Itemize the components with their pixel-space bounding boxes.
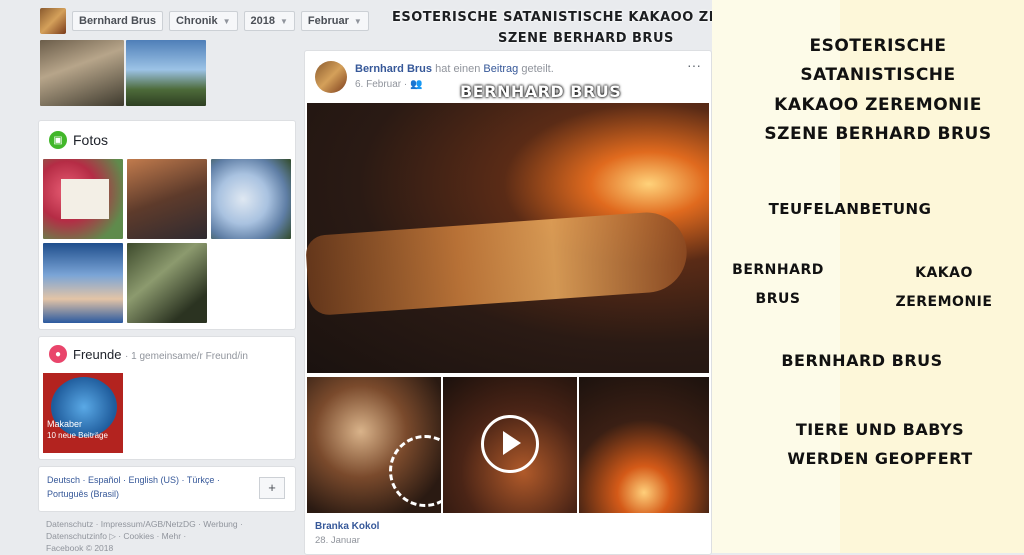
year-dropdown[interactable]: 2018 ▼ [243,11,295,31]
ukulele-shape [304,209,690,317]
photo-thumbnail[interactable] [127,159,207,239]
panel-text-6b: BRUS [755,291,801,307]
friends-card: ● Freunde · 1 gemeinsame/r Freund/in Mak… [38,336,296,460]
panel-text-3: KAKAOO ZEREMONIE [774,95,982,115]
photos-icon: ▣ [49,131,67,149]
panel-text-7b: ZEREMONIE [895,294,993,310]
friend-name: Makaber [47,419,83,429]
panel-text-6a: BERNHARD [732,262,824,278]
photo-thumbnail[interactable] [43,159,123,239]
photo-thumbnail[interactable] [127,243,207,323]
photo-thumbnail[interactable] [211,159,291,239]
timeline-tab-dropdown[interactable]: Chronik ▼ [169,11,238,31]
post-action-end: geteilt. [521,63,554,75]
photo-thumbnail[interactable] [126,40,206,106]
shared-date: 28. Januar [315,535,360,546]
play-icon[interactable] [481,415,539,473]
language-links-2[interactable]: Português (Brasil) [47,489,119,499]
friend-tile[interactable]: Makaber 10 neue Beiträge [43,373,123,453]
panel-text-1: ESOTERISCHE [809,36,947,56]
photo-thumbnail[interactable] [43,243,123,323]
panel-text-2: SATANISTISCHE [800,65,956,85]
panel-text-10: WERDEN GEOPFERT [787,449,973,468]
overlay-post-caption: BERNHARD BRUS [460,82,622,101]
footer-links-2[interactable]: Datenschutzinfo ▷ · Cookies · Mehr · [46,530,243,542]
footer-links-1[interactable]: Datenschutz · Impressum/AGB/NetzDG · Wer… [46,518,243,530]
post-date-text: 6. Februar · [355,79,408,90]
panel-text-7a: KAKAO [915,265,973,281]
post-author-avatar[interactable] [315,61,347,93]
panel-text-9: TIERE UND BABYS [795,420,965,439]
chevron-down-icon: ▼ [280,16,288,26]
mutual-friends-count: · 1 gemeinsame/r Freund/in [125,351,248,362]
photos-card: ▣ Fotos [38,120,296,330]
post-header: Bernhard Brus hat einen Beitrag geteilt. [355,63,554,75]
chevron-down-icon: ▼ [222,16,231,26]
post-main-image[interactable] [304,103,709,373]
month-dropdown[interactable]: Februar ▼ [300,11,369,31]
post-author[interactable]: Bernhard Brus [355,63,432,75]
panel-text-8: BERNHARD BRUS [781,351,943,370]
add-language-button[interactable]: + [259,477,285,499]
shared-author[interactable]: Branka Kokol [315,521,379,532]
profile-avatar[interactable] [40,8,66,34]
friend-new-posts: 10 neue Beiträge [47,431,108,440]
friends-title[interactable]: Freunde [73,347,121,362]
post-object-link[interactable]: Beitrag [483,63,518,75]
month-label: Februar [307,15,349,27]
profile-name: Bernhard Brus [79,15,157,27]
profile-name-button[interactable]: Bernhard Brus [72,11,164,31]
friends-icon: ● [49,345,67,363]
footer-copyright: Facebook © 2018 [46,543,114,553]
post-card: Bernhard Brus hat einen Beitrag geteilt.… [304,50,712,555]
photos-title[interactable]: Fotos [73,132,108,148]
friends-audience-icon: 👥 [410,79,423,90]
languages-card: Deutsch · Español · English (US) · Türkç… [38,466,296,512]
post-sub-image[interactable] [307,377,461,513]
post-sub-image[interactable] [579,377,709,513]
photo-thumbnail[interactable] [40,40,124,106]
friends-header: Freunde · 1 gemeinsame/r Freund/in [73,347,248,362]
post-video-thumbnail[interactable] [443,377,577,513]
panel-text-4: SZENE BERHARD BRUS [764,124,992,144]
post-more-options-icon[interactable]: ··· [687,57,701,73]
year-label: 2018 [250,15,275,27]
page-footer: Datenschutz · Impressum/AGB/NetzDG · Wer… [46,518,243,554]
post-date[interactable]: 6. Februar · 👥 [355,79,422,90]
language-links[interactable]: Deutsch · Español · English (US) · Türkç… [47,475,220,485]
chevron-down-icon: ▼ [353,16,362,26]
photo-note [61,179,109,219]
overlay-header-line2: SZENE BERHARD BRUS [498,31,674,46]
post-action: hat einen [435,63,481,75]
panel-text-5: TEUFELANBETUNG [768,200,932,218]
timeline-tab-label: Chronik [176,15,218,27]
